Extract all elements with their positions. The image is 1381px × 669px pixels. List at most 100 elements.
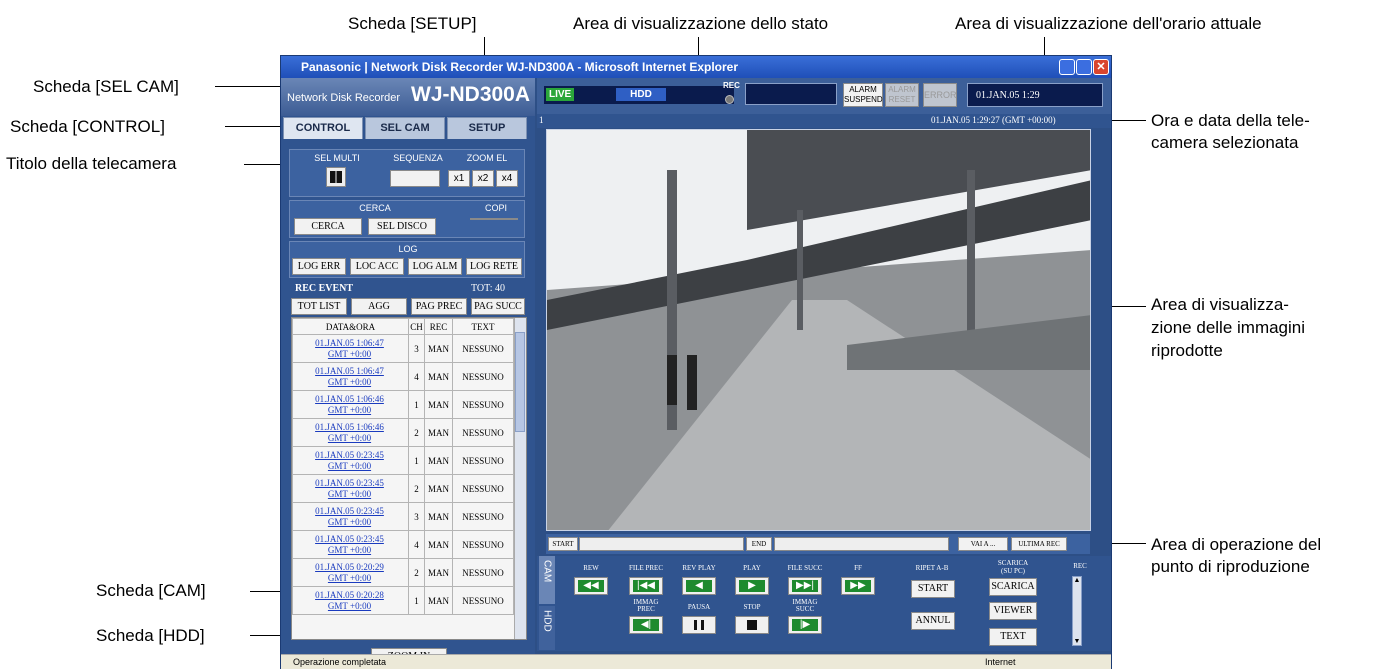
minimize-icon[interactable]: [1059, 59, 1075, 75]
event-datetime-link[interactable]: 01.JAN.05 0:23:45 GMT +0:00: [292, 502, 409, 531]
event-datetime-link[interactable]: 01.JAN.05 0:23:45 GMT +0:00: [292, 474, 409, 503]
event-date: 01.JAN.05 1:06:46: [315, 421, 384, 432]
rec-list-scrollbar[interactable]: ▲ ▼: [1072, 576, 1082, 646]
rev-play-button[interactable]: ◀: [682, 577, 716, 595]
event-ch: 2: [408, 558, 425, 587]
copi-button[interactable]: [470, 218, 518, 220]
callout-cam-datetime-1: Ora e data della tele-: [1151, 111, 1310, 130]
tab-sel-cam[interactable]: SEL CAM: [365, 117, 445, 139]
text-button[interactable]: TEXT: [989, 628, 1037, 646]
alarm-suspend-button[interactable]: ALARM SUSPEND: [843, 83, 883, 107]
tab-setup[interactable]: SETUP: [447, 117, 527, 139]
sel-disco-button[interactable]: SEL DISCO: [368, 218, 436, 235]
event-row[interactable]: 01.JAN.05 1:06:46 GMT +0:00 2 MAN NESSUNO: [292, 418, 514, 447]
zoom-x2-button[interactable]: x2: [472, 170, 494, 187]
loc-acc-button[interactable]: LOC ACC: [350, 258, 404, 275]
event-ch: 3: [408, 502, 425, 531]
event-row[interactable]: 01.JAN.05 0:23:45 GMT +0:00 1 MAN NESSUNO: [292, 446, 514, 475]
rev-play-label: REV PLAY: [682, 564, 716, 572]
ripet-start-button[interactable]: START: [911, 580, 955, 598]
callout-setup-tab: Scheda [SETUP]: [348, 14, 477, 33]
ripet-ab-label: RIPET A-B: [915, 564, 949, 572]
log-rete-button[interactable]: LOG RETE: [466, 258, 522, 275]
tot-list-button[interactable]: TOT LIST: [291, 298, 347, 315]
agg-button[interactable]: AGG: [351, 298, 407, 315]
playback-image[interactable]: [546, 129, 1091, 531]
play-button[interactable]: ▶: [735, 577, 769, 595]
end-position-field[interactable]: [774, 537, 949, 551]
cerca-button[interactable]: CERCA: [294, 218, 362, 235]
event-datetime-link[interactable]: 01.JAN.05 1:06:46 GMT +0:00: [292, 418, 409, 447]
close-icon[interactable]: ✕: [1093, 59, 1109, 75]
tab-cam[interactable]: CAM: [539, 556, 555, 604]
alarm-reset-button[interactable]: ALARM RESET: [885, 83, 919, 107]
browser-status-bar: Operazione completata Internet: [281, 654, 1111, 669]
rew-label: REW: [583, 564, 599, 572]
ff-label: FF: [854, 564, 862, 572]
scroll-up-icon[interactable]: ▲: [1073, 577, 1081, 584]
zoom-el-label: ZOOM EL: [466, 153, 508, 163]
event-datetime-link[interactable]: 01.JAN.05 1:06:47 GMT +0:00: [292, 334, 409, 363]
event-datetime-link[interactable]: 01.JAN.05 0:23:45 GMT +0:00: [292, 446, 409, 475]
event-row[interactable]: 01.JAN.05 0:20:28 GMT +0:00 1 MAN NESSUNO: [292, 586, 514, 615]
zoom-x4-button[interactable]: x4: [496, 170, 518, 187]
pausa-button[interactable]: [682, 616, 716, 634]
ripet-annul-button[interactable]: ANNUL: [911, 612, 955, 630]
event-ch: 4: [408, 530, 425, 559]
sel-multi-label: SEL MULTI: [314, 153, 360, 163]
event-row[interactable]: 01.JAN.05 0:20:29 GMT +0:00 2 MAN NESSUNO: [292, 558, 514, 587]
stop-button[interactable]: [735, 616, 769, 634]
vai-a-button[interactable]: VAI A ...: [958, 537, 1008, 551]
start-position-button[interactable]: START: [548, 537, 578, 551]
event-datetime-link[interactable]: 01.JAN.05 0:20:29 GMT +0:00: [292, 558, 409, 587]
event-row[interactable]: 01.JAN.05 0:23:45 GMT +0:00 4 MAN NESSUNO: [292, 530, 514, 559]
event-rec: MAN: [424, 390, 453, 419]
immag-succ-button[interactable]: |▶: [788, 616, 822, 634]
immag-succ-label: IMMAG SUCC: [775, 599, 835, 613]
event-row[interactable]: 01.JAN.05 1:06:47 GMT +0:00 3 MAN NESSUNO: [292, 334, 514, 363]
event-rec: MAN: [424, 418, 453, 447]
pag-succ-button[interactable]: PAG SUCC: [471, 298, 525, 315]
start-position-field[interactable]: [579, 537, 744, 551]
event-date: 01.JAN.05 0:20:29: [315, 561, 384, 572]
log-err-button[interactable]: LOG ERR: [292, 258, 346, 275]
event-rec: MAN: [424, 334, 453, 363]
callout-cam-datetime-2: camera selezionata: [1151, 133, 1299, 152]
tab-hdd[interactable]: HDD: [539, 606, 555, 650]
tab-control[interactable]: CONTROL: [283, 117, 363, 139]
ultima-rec-button[interactable]: ULTIMA REC: [1011, 537, 1067, 551]
event-row[interactable]: 01.JAN.05 1:06:46 GMT +0:00 1 MAN NESSUNO: [292, 390, 514, 419]
event-row[interactable]: 01.JAN.05 0:23:45 GMT +0:00 3 MAN NESSUNO: [292, 502, 514, 531]
event-datetime-link[interactable]: 01.JAN.05 0:20:28 GMT +0:00: [292, 586, 409, 615]
end-position-button[interactable]: END: [746, 537, 772, 551]
immag-prec-button[interactable]: ◀|: [629, 616, 663, 634]
file-prec-button[interactable]: |◀◀: [629, 577, 663, 595]
scroll-thumb[interactable]: [515, 332, 525, 432]
zoom-x1-button[interactable]: x1: [448, 170, 470, 187]
log-alm-button[interactable]: LOG ALM: [408, 258, 462, 275]
sel-multi-button[interactable]: [326, 167, 346, 187]
error-button[interactable]: ERROR: [923, 83, 957, 107]
scarica-button[interactable]: SCARICA: [989, 578, 1037, 596]
event-datetime-link[interactable]: 01.JAN.05 0:23:45 GMT +0:00: [292, 530, 409, 559]
maximize-icon[interactable]: [1076, 59, 1092, 75]
alarm-suspend-line2: SUSPEND: [844, 95, 883, 104]
scroll-down-icon[interactable]: ▼: [1073, 638, 1081, 645]
event-row[interactable]: 01.JAN.05 0:23:45 GMT +0:00 2 MAN NESSUNO: [292, 474, 514, 503]
rew-button[interactable]: ◀◀: [574, 577, 608, 595]
ff-button[interactable]: ▶▶: [841, 577, 875, 595]
sequenza-button[interactable]: [390, 170, 440, 187]
brand-model: WJ-ND300A: [411, 83, 531, 106]
file-succ-button[interactable]: ▶▶|: [788, 577, 822, 595]
col-header-datetime: DATA&ORA: [292, 318, 409, 335]
event-gmt: GMT +0:00: [327, 376, 372, 387]
event-list-scrollbar[interactable]: [514, 318, 526, 639]
event-text: NESSUNO: [452, 530, 514, 559]
callout-playback-area-2: punto di riproduzione: [1151, 557, 1310, 576]
event-row[interactable]: 01.JAN.05 1:06:47 GMT +0:00 4 MAN NESSUNO: [292, 362, 514, 391]
event-datetime-link[interactable]: 01.JAN.05 1:06:46 GMT +0:00: [292, 390, 409, 419]
viewer-button[interactable]: VIEWER: [989, 602, 1037, 620]
pag-prec-button[interactable]: PAG PREC: [411, 298, 467, 315]
col-header-ch: CH: [408, 318, 425, 335]
event-datetime-link[interactable]: 01.JAN.05 1:06:47 GMT +0:00: [292, 362, 409, 391]
